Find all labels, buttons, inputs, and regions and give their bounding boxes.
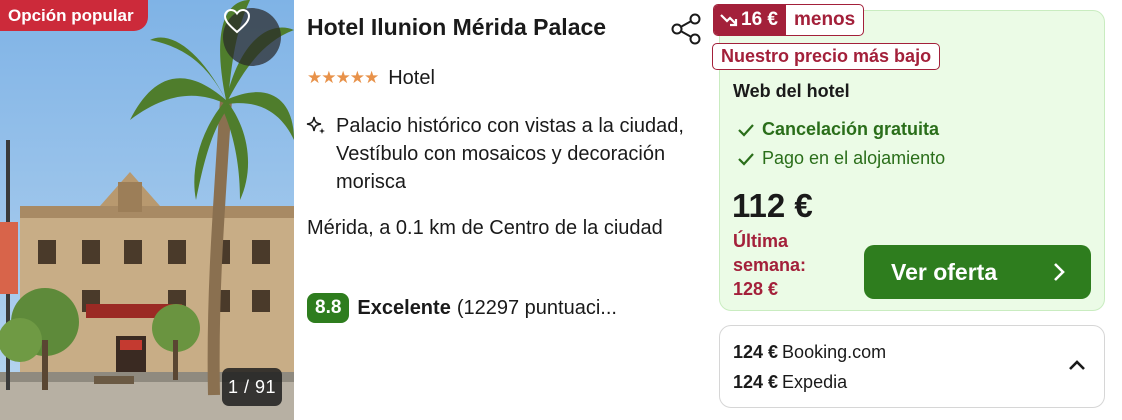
other-price-amount: 124 € — [733, 372, 779, 392]
rating-count: (12297 puntuaci... — [456, 296, 617, 319]
favorite-button[interactable] — [223, 8, 281, 66]
share-icon — [671, 13, 701, 45]
deal-provider: Web del hotel — [733, 81, 850, 101]
rating-label: Excelente — [357, 296, 451, 319]
view-offer-label: Ver oferta — [891, 258, 998, 285]
photo-counter: 1 / 91 — [222, 368, 282, 406]
chevron-right-icon — [1054, 263, 1065, 281]
view-offer-button[interactable]: Ver oferta — [864, 245, 1091, 299]
popular-badge: Opción popular — [0, 0, 148, 31]
trend-down-icon — [720, 14, 738, 27]
other-prices-panel[interactable]: 124 € Booking.com 124 € Expedia — [719, 325, 1105, 408]
last-week-price: Última semana: 128 € — [733, 229, 833, 301]
feature-free-cancellation: Cancelación gratuita — [737, 119, 939, 140]
hotel-photo[interactable]: Opción popular 1 / 91 — [0, 0, 294, 420]
last-week-amount: 128 € — [733, 279, 779, 299]
feature-label: Cancelación gratuita — [762, 119, 940, 139]
hotel-location: Mérida, a 0.1 km de Centro de la ciudad — [307, 217, 663, 239]
savings-amount-box: 16 € — [714, 5, 786, 35]
check-icon — [738, 152, 754, 166]
hotel-name[interactable]: Hotel Ilunion Mérida Palace — [307, 14, 606, 41]
savings-tag: 16 € menos — [713, 4, 865, 36]
last-week-label: Última semana: — [733, 231, 807, 275]
deal-price: 112 € — [732, 187, 813, 224]
chevron-up-icon[interactable] — [1068, 359, 1086, 371]
stars-row: ★★★★★ Hotel — [307, 66, 435, 90]
feature-label: Pago en el alojamiento — [762, 148, 946, 168]
hotel-highlight: Palacio histórico con vistas a la ciudad… — [305, 112, 697, 196]
highlight-text: Palacio histórico con vistas a la ciudad… — [336, 115, 684, 193]
rating-row[interactable]: 8.8 Excelente (12297 puntuaci... — [307, 293, 617, 323]
heart-outline-icon — [223, 8, 251, 34]
check-icon — [738, 123, 754, 137]
feature-pay-at-property: Pago en el alojamiento — [737, 148, 945, 169]
lowest-price-tag: Nuestro precio más bajo — [712, 43, 941, 70]
savings-word: menos — [793, 9, 856, 30]
hotel-type: Hotel — [388, 66, 435, 89]
star-rating: ★★★★★ — [307, 68, 379, 87]
share-button[interactable] — [668, 12, 704, 46]
other-price-amount: 124 € — [733, 342, 779, 362]
other-price-row[interactable]: 124 € Expedia — [733, 372, 847, 393]
other-price-site: Booking.com — [782, 342, 887, 362]
sparkle-icon — [306, 116, 325, 134]
rating-score: 8.8 — [307, 293, 350, 323]
savings-amount: 16 € — [741, 9, 778, 30]
other-price-row[interactable]: 124 € Booking.com — [733, 342, 886, 363]
other-price-site: Expedia — [782, 372, 848, 392]
